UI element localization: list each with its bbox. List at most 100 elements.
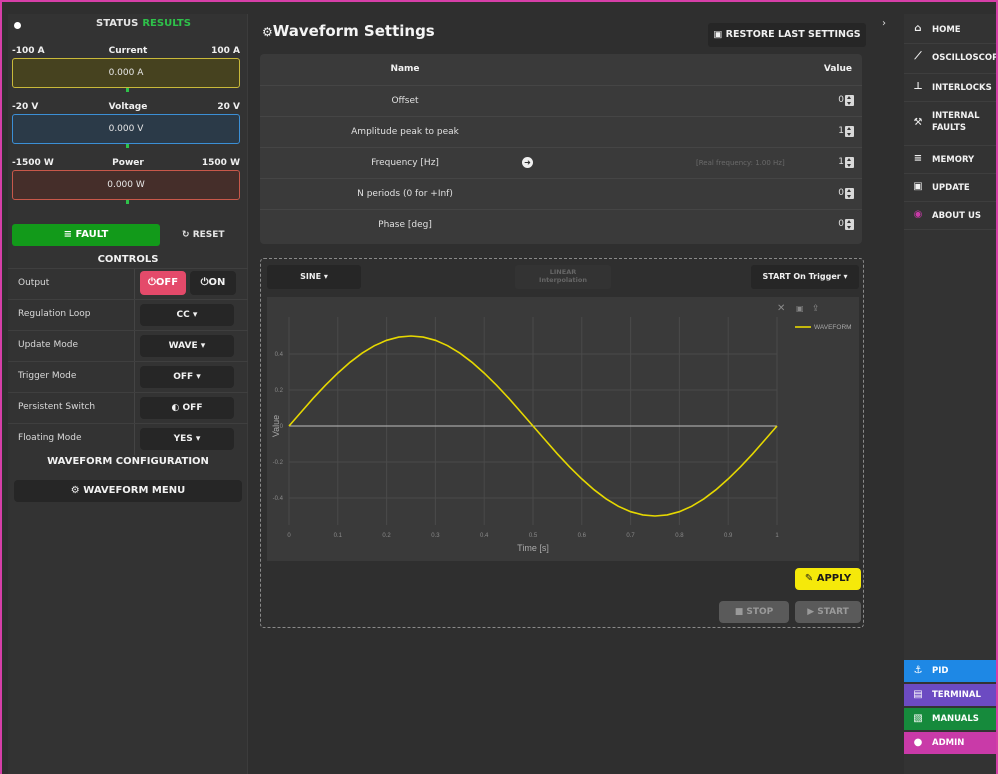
nav-item-label: INTERNAL [932, 111, 980, 121]
page-title: ⚙Waveform Settings [262, 22, 435, 40]
nav-item-oscilloscope[interactable]: ⟋ OSCILLOSCOPE [904, 44, 998, 74]
y-tick-label: -0.4 [273, 496, 284, 502]
spinner-icon[interactable] [845, 95, 854, 106]
control-row-update-mode: Update Mode WAVE ▾ [8, 330, 248, 362]
start-button[interactable]: ▶ START [795, 601, 861, 623]
nav-item-about-us[interactable]: ◉ ABOUT US [904, 202, 996, 230]
x-tick-label: 0.3 [431, 533, 440, 539]
chart-toolbar: ✕ ▣ ⇪ [777, 303, 820, 314]
interpolation-dropdown[interactable]: LINEAR Interpolation [515, 265, 611, 289]
waveform-chart[interactable]: 0 0.1 0.2 0.3 0.4 0.5 0.6 0.7 0.8 0.9 1 0.4 0.2 0 -0.2… [267, 297, 859, 561]
phase-input[interactable]: 0 [838, 219, 844, 229]
frequency-input[interactable]: 1 [838, 157, 844, 167]
right-nav: ⌂ HOME ⟋ OSCILLOSCOPE ⊥ INTERLOCKS FAULTS ⚒ INTE… [904, 14, 998, 774]
regulation-loop-dropdown[interactable]: CC ▾ [140, 304, 234, 326]
nav-item-internal[interactable]: FAULTS ⚒ INTERNAL [904, 102, 996, 146]
table-row: Amplitude peak to peak 1 [260, 116, 862, 147]
y-axis-label: Value [271, 415, 281, 437]
x-tick-label: 0.9 [724, 533, 733, 539]
power-icon: ⏻ [147, 277, 156, 288]
caret-down-icon: ▾ [192, 310, 198, 320]
meter-zero-marker [126, 200, 129, 204]
arrow-right-icon[interactable]: ➜ [522, 157, 533, 168]
voltage-value-box: 0.000 V [12, 114, 240, 144]
nav-item-label: UPDATE [932, 183, 970, 193]
about-icon: ◉ [913, 209, 923, 220]
waveform-shape-dropdown[interactable]: SINE ▾ [267, 265, 361, 289]
control-row-regulation-loop: Regulation Loop CC ▾ [8, 299, 248, 331]
spinner-icon[interactable] [845, 219, 854, 230]
x-tick-label: 1 [775, 533, 779, 539]
param-name: Frequency [Hz] [371, 158, 439, 168]
offset-input[interactable]: 0 [838, 95, 844, 105]
nav-item-label: HOME [932, 25, 961, 35]
output-on-button[interactable]: ⏻ON [190, 271, 236, 295]
export-icon[interactable]: ⇪ [812, 304, 820, 314]
caret-down-icon: ▾ [200, 341, 206, 351]
nav-item-label: OSCILLOSCOPE [932, 53, 998, 63]
nav-item-admin[interactable]: ● ADMIN [904, 732, 996, 754]
nav-item-memory[interactable]: ≡ MEMORY [904, 146, 996, 174]
control-label: Trigger Mode [18, 371, 77, 381]
nav-item-label: ABOUT US [932, 211, 981, 221]
pid-icon: ⚓ [913, 665, 923, 676]
control-row-floating-mode: Floating Mode YES ▾ [8, 423, 248, 455]
param-name: Offset [391, 96, 419, 106]
waveform-menu-button[interactable]: ⚙ WAVEFORM MENU [14, 480, 242, 502]
pencil-icon: ✎ [804, 573, 814, 584]
nav-item-pid[interactable]: ⚓ PID [904, 660, 996, 682]
control-divider [134, 393, 135, 424]
meter-zero-marker [126, 88, 129, 92]
interpolation-line1: LINEAR [549, 268, 577, 276]
control-row-trigger-mode: Trigger Mode OFF ▾ [8, 361, 248, 393]
start-mode-dropdown[interactable]: START On Trigger ▾ [751, 265, 859, 289]
spinner-icon[interactable] [845, 157, 854, 168]
clear-icon[interactable]: ✕ [777, 303, 785, 314]
memory-icon: ≡ [913, 153, 923, 164]
control-divider [134, 424, 135, 455]
meter-max: 1500 W [201, 158, 240, 168]
floating-mode-dropdown[interactable]: YES ▾ [140, 428, 234, 450]
y-tick-label: 0.4 [275, 352, 284, 358]
x-tick-label: 0.1 [334, 533, 343, 539]
app-frame: STATUS RESULTS -100 A Current 100 A 0.000 A… [0, 0, 998, 774]
main-content: ⚙Waveform Settings ▣ RESTORE LAST SETTIN… [250, 14, 870, 774]
spinner-icon[interactable] [845, 126, 854, 137]
status-state: RESULTS [142, 18, 191, 29]
left-panel: STATUS RESULTS -100 A Current 100 A 0.000 A… [8, 14, 248, 774]
meter-max: 20 V [217, 102, 240, 112]
x-tick-label: 0.5 [529, 533, 538, 539]
interlocks-icon: ⊥ [913, 81, 923, 92]
save-icon: ▣ [713, 29, 723, 40]
nav-item-terminal[interactable]: ▤ TERMINAL [904, 684, 996, 706]
reset-button[interactable]: ↻ RESET [182, 224, 242, 246]
x-tick-label: 0.6 [578, 533, 587, 539]
persistent-switch-toggle[interactable]: ◐ OFF [140, 397, 234, 419]
list-icon: ≡ [63, 229, 73, 240]
apply-button[interactable]: ✎ APPLY [795, 568, 861, 590]
collapse-nav-icon[interactable]: › [882, 18, 886, 29]
x-tick-label: 0.2 [382, 533, 391, 539]
nav-item-manuals[interactable]: ▧ MANUALS [904, 708, 996, 730]
nav-item-interlocks[interactable]: ⊥ INTERLOCKS [904, 74, 996, 102]
status-title: STATUS RESULTS [96, 18, 191, 29]
stop-button[interactable]: ■ STOP [719, 601, 789, 623]
amplitude-input[interactable]: 1 [838, 126, 844, 136]
control-divider [134, 331, 135, 362]
output-off-button[interactable]: ⏻OFF [140, 271, 186, 295]
nav-item-home[interactable]: ⌂ HOME [904, 16, 996, 44]
n-periods-input[interactable]: 0 [838, 188, 844, 198]
update-mode-dropdown[interactable]: WAVE ▾ [140, 335, 234, 357]
spinner-icon[interactable] [845, 188, 854, 199]
control-label: Output [18, 278, 50, 288]
real-frequency-note: [Real frequency: 1.00 Hz] [696, 159, 785, 167]
trigger-mode-dropdown[interactable]: OFF ▾ [140, 366, 234, 388]
fault-button[interactable]: ≡ FAULT [12, 224, 160, 246]
restore-last-settings-button[interactable]: ▣ RESTORE LAST SETTINGS [708, 23, 866, 47]
control-label: Update Mode [18, 340, 78, 350]
save-image-icon[interactable]: ▣ [796, 304, 804, 313]
nav-item-label: PID [932, 666, 949, 676]
nav-item-update[interactable]: ▣ UPDATE [904, 174, 996, 202]
control-row-output: Output ⏻OFF ⏻ON [8, 268, 248, 300]
column-header-name: Name [390, 64, 420, 74]
